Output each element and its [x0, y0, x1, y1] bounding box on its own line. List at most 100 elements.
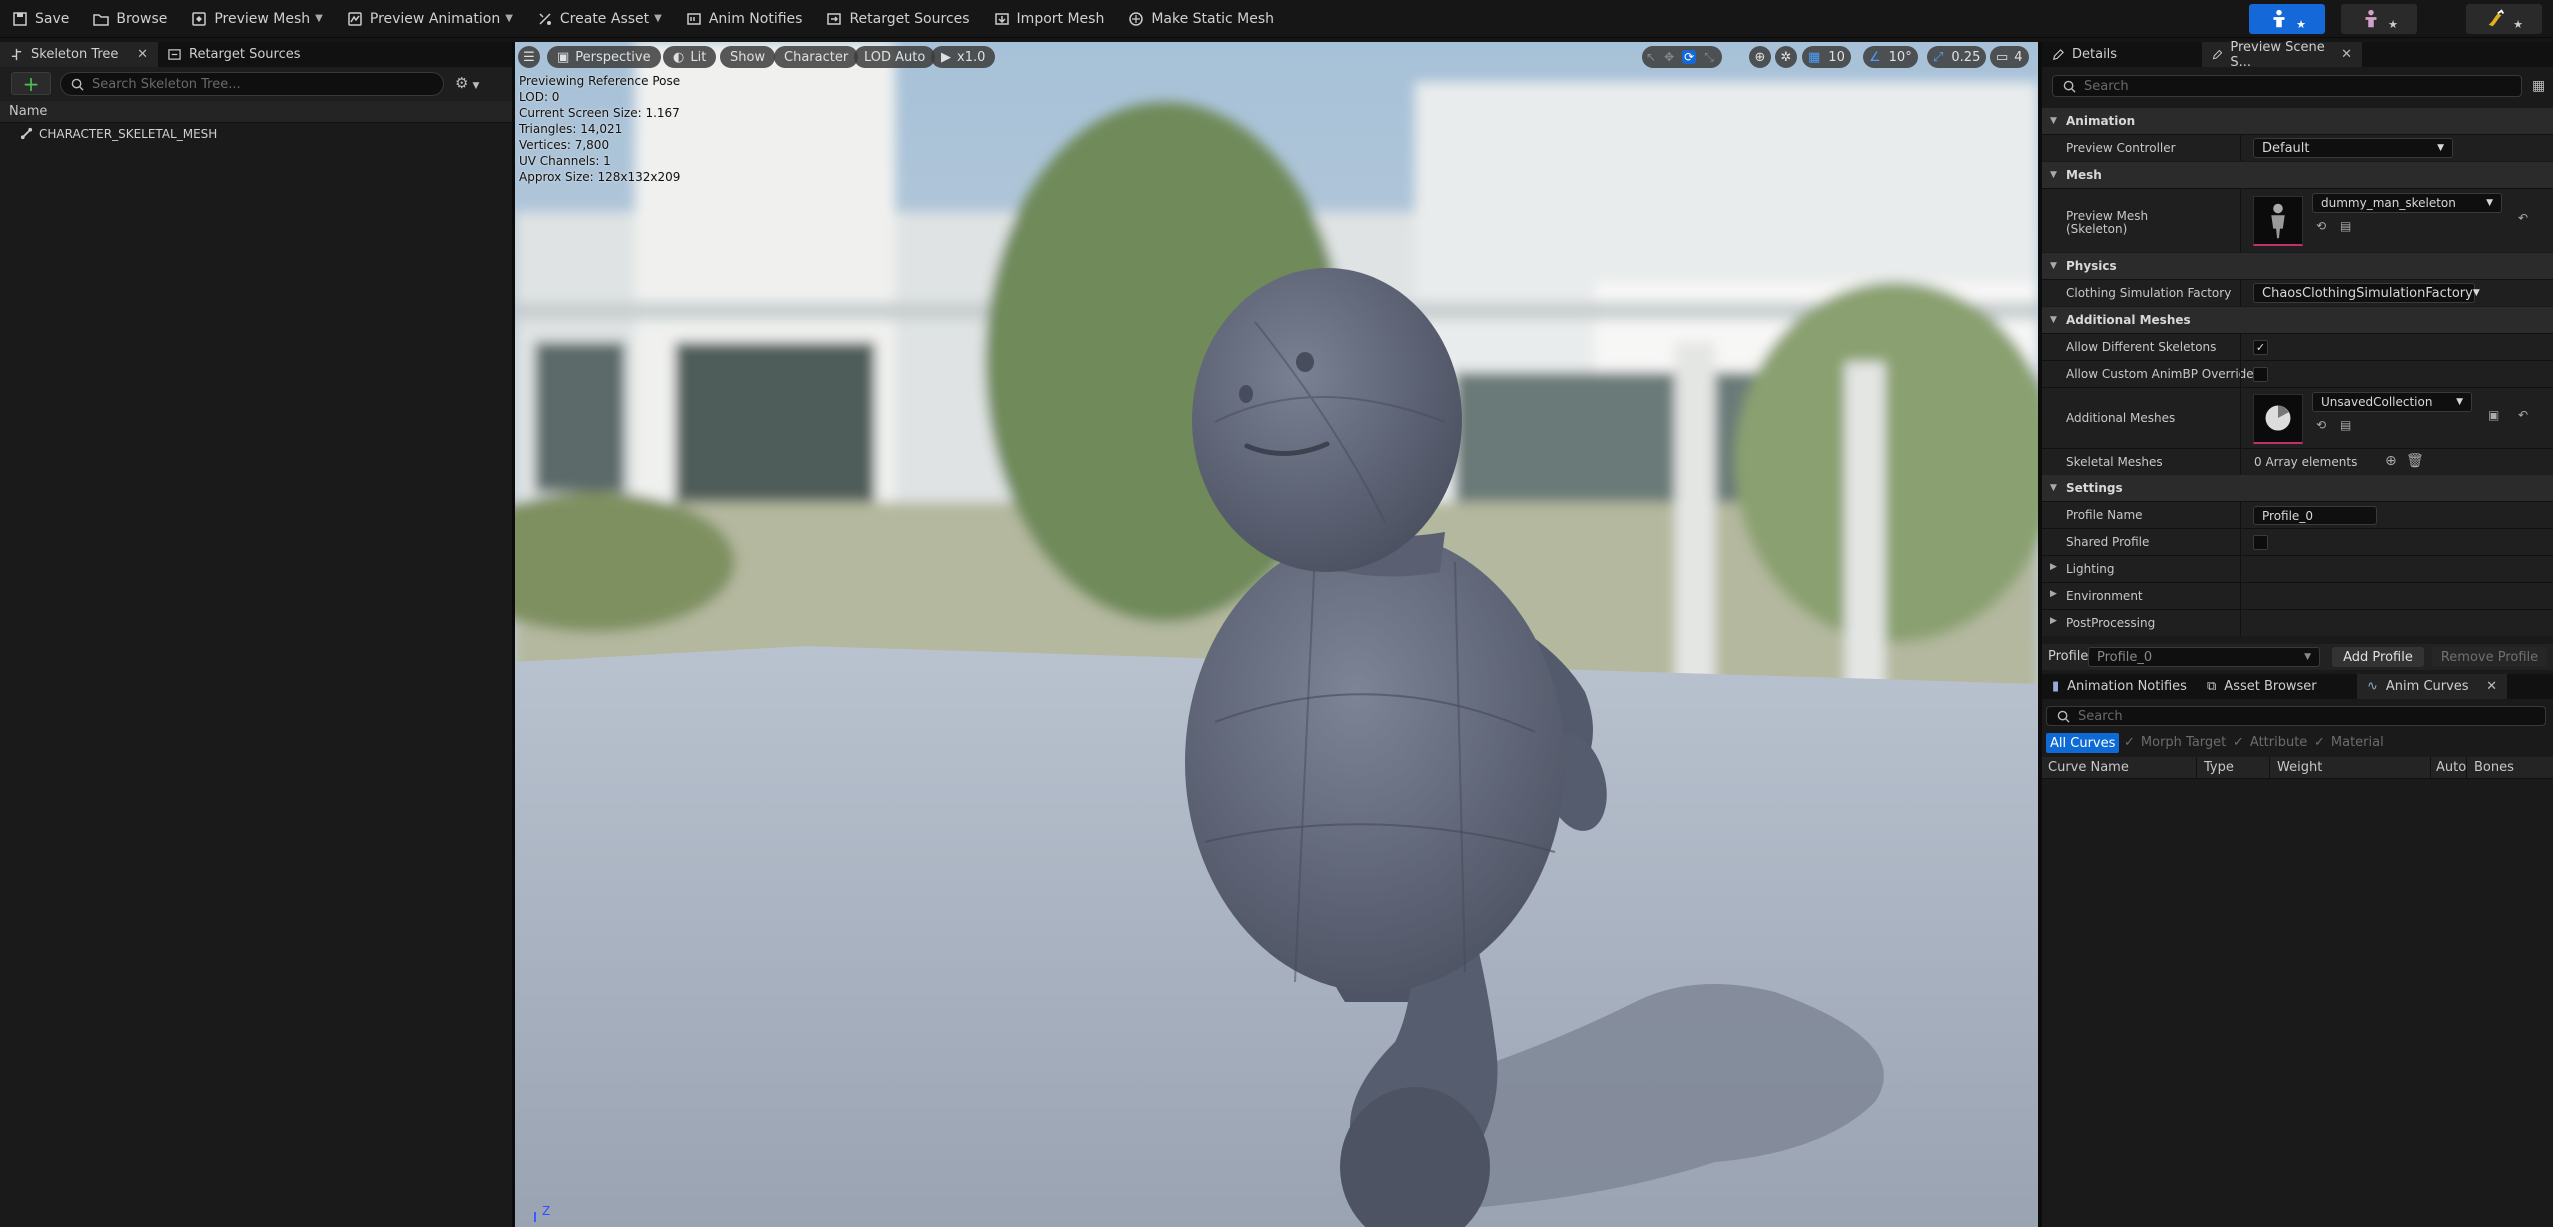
row-environment[interactable]: ▶ Environment: [2042, 582, 2553, 609]
close-icon[interactable]: ✕: [2486, 679, 2497, 694]
column-type[interactable]: Type: [2204, 760, 2234, 775]
skeleton-tree-search[interactable]: Search Skeleton Tree...: [60, 72, 444, 96]
preview-mesh-thumbnail[interactable]: [2253, 196, 2303, 246]
folder-icon[interactable]: ▤: [2340, 418, 2351, 432]
lod-button[interactable]: LOD Auto: [854, 46, 936, 68]
retarget-sources-button[interactable]: Retarget Sources: [814, 0, 981, 38]
category-additional-meshes[interactable]: ▼ Additional Meshes: [2042, 307, 2553, 333]
mesh-mode-button[interactable]: ★: [2341, 4, 2417, 34]
viewport-options-button[interactable]: ☰: [518, 46, 540, 68]
remove-profile-button[interactable]: Remove Profile: [2432, 647, 2547, 667]
details-panel: Details Preview Scene S... ✕ Search ▦ ▼ A…: [2042, 40, 2553, 1227]
skeleton-mode-button[interactable]: ★: [2249, 4, 2325, 34]
create-asset-dropdown[interactable]: Create Asset ▼: [525, 0, 674, 38]
additional-meshes-thumbnail[interactable]: [2253, 394, 2303, 444]
save-icon[interactable]: ▣: [2488, 408, 2499, 422]
trash-icon[interactable]: 🗑: [2406, 453, 2424, 469]
preview-viewport[interactable]: ☰ ▣ Perspective ◐ Lit Show Character LOD A…: [515, 42, 2038, 1227]
reset-arrow-icon[interactable]: ↶: [2518, 211, 2528, 225]
add-profile-button[interactable]: Add Profile: [2332, 647, 2424, 667]
animation-mode-icon: [2488, 9, 2505, 27]
curves-search[interactable]: Search: [2046, 706, 2546, 726]
tab-details[interactable]: Details: [2042, 42, 2202, 67]
select-icon[interactable]: ↖: [1646, 50, 1656, 64]
tab-retarget-sources[interactable]: Retarget Sources: [158, 42, 311, 67]
details-search[interactable]: Search: [2052, 75, 2522, 97]
shared-profile-checkbox[interactable]: [2253, 535, 2268, 550]
tree-row-root[interactable]: CHARACTER_SKELETAL_MESH: [0, 123, 512, 144]
filter-material[interactable]: ✓ Material: [2314, 735, 2384, 750]
category-settings[interactable]: ▼ Settings: [2042, 475, 2553, 501]
expanded-arrow-icon: ▼: [2050, 315, 2057, 325]
tab-animation-notifies[interactable]: ▮ Animation Notifies: [2042, 674, 2197, 699]
filter-attribute[interactable]: ✓ Attribute: [2233, 735, 2307, 750]
grid-snap-button[interactable]: ▦ 10: [1802, 46, 1851, 68]
tab-asset-browser[interactable]: ⧉ Asset Browser: [2197, 674, 2357, 699]
chevron-down-icon: ▼: [2437, 143, 2444, 153]
close-icon[interactable]: ✕: [137, 47, 148, 62]
lit-button[interactable]: ◐ Lit: [663, 46, 717, 68]
allow-custom-animbp-checkbox[interactable]: [2253, 367, 2268, 382]
category-animation[interactable]: ▼ Animation: [2042, 108, 2553, 134]
world-local-button[interactable]: ⊕: [1749, 46, 1771, 68]
profile-name-input[interactable]: Profile_0: [2253, 506, 2377, 525]
browse-to-icon[interactable]: ⟲: [2316, 219, 2326, 233]
category-physics[interactable]: ▼ Physics: [2042, 253, 2553, 279]
property-matrix-icon[interactable]: ▦: [2532, 78, 2545, 94]
settings-dropdown[interactable]: ⚙ ▼: [455, 74, 479, 92]
category-animation-label: Animation: [2066, 114, 2136, 128]
add-profile-label: Add Profile: [2343, 649, 2413, 665]
curves-search-placeholder: Search: [2078, 708, 2123, 724]
chevron-down-icon: ▼: [654, 13, 662, 24]
show-button[interactable]: Show: [720, 46, 776, 68]
filter-all-curves[interactable]: All Curves: [2046, 733, 2120, 753]
row-lighting[interactable]: ▶ Lighting: [2042, 555, 2553, 582]
clothing-combo[interactable]: ChaosClothingSimulationFactory ▼: [2253, 283, 2480, 303]
import-mesh-button[interactable]: Import Mesh: [982, 0, 1117, 38]
add-button[interactable]: +: [11, 72, 51, 96]
animation-mode-button[interactable]: ★: [2466, 4, 2542, 34]
category-mesh[interactable]: ▼ Mesh: [2042, 162, 2553, 188]
reset-arrow-icon[interactable]: ↶: [2518, 408, 2528, 422]
column-bones[interactable]: Bones: [2474, 760, 2514, 775]
scale-snap-button[interactable]: ⤢ 0.25: [1927, 46, 1987, 68]
stat-line: LOD: 0: [519, 90, 560, 104]
save-button[interactable]: Save: [0, 0, 81, 38]
create-asset-icon: [539, 12, 551, 25]
translate-icon[interactable]: ✥: [1664, 50, 1674, 64]
character-button[interactable]: Character: [774, 46, 859, 68]
add-element-icon[interactable]: ⊕: [2385, 453, 2397, 469]
row-postprocessing[interactable]: ▶ PostProcessing: [2042, 609, 2553, 636]
browse-to-icon[interactable]: ⟲: [2316, 418, 2326, 432]
preview-mesh-dropdown[interactable]: Preview Mesh ▼: [179, 0, 335, 38]
browse-button[interactable]: Browse: [81, 0, 179, 38]
preview-animation-dropdown[interactable]: Preview Animation ▼: [335, 0, 525, 38]
column-auto[interactable]: Auto: [2436, 760, 2466, 775]
preview-controller-combo[interactable]: Default ▼: [2253, 138, 2453, 158]
profile-combo[interactable]: Profile_0 ▼: [2088, 647, 2320, 667]
perspective-button[interactable]: ▣ Perspective: [547, 46, 661, 68]
camera-speed-button[interactable]: ▭ 4: [1990, 46, 2029, 68]
skeleton-tree-toolbar: + Search Skeleton Tree... ⚙ ▼: [0, 67, 512, 101]
column-weight[interactable]: Weight: [2277, 760, 2322, 775]
close-icon[interactable]: ✕: [2341, 47, 2352, 62]
rotation-snap-button[interactable]: ∠ 10°: [1863, 46, 1918, 68]
surface-snap-button[interactable]: ✲: [1775, 46, 1797, 68]
play-speed-button[interactable]: ▶ x1.0: [931, 46, 996, 68]
additional-meshes-combo[interactable]: UnsavedCollection ▼: [2312, 392, 2472, 412]
tab-preview-scene[interactable]: Preview Scene S... ✕: [2202, 40, 2362, 70]
rotate-icon[interactable]: ⟳: [1682, 50, 1697, 64]
tab-skeleton-tree[interactable]: Skeleton Tree ✕: [0, 42, 158, 67]
save-icon: [13, 11, 27, 26]
make-static-mesh-button[interactable]: Make Static Mesh: [1116, 0, 1286, 38]
perspective-label: Perspective: [575, 49, 651, 65]
column-curve-name[interactable]: Curve Name: [2048, 760, 2129, 775]
folder-icon[interactable]: ▤: [2340, 219, 2351, 233]
filter-morph-target[interactable]: ✓ Morph Target: [2124, 735, 2226, 750]
tab-anim-curves[interactable]: ∿ Anim Curves ✕: [2357, 674, 2507, 699]
allow-diff-skeletons-checkbox[interactable]: ✓: [2253, 340, 2268, 355]
import-mesh-label: Import Mesh: [1016, 10, 1105, 27]
scale-icon[interactable]: ⤡: [1704, 50, 1714, 65]
preview-mesh-combo[interactable]: dummy_man_skeleton ▼: [2312, 193, 2502, 213]
anim-notifies-button[interactable]: Anim Notifies: [674, 0, 815, 38]
